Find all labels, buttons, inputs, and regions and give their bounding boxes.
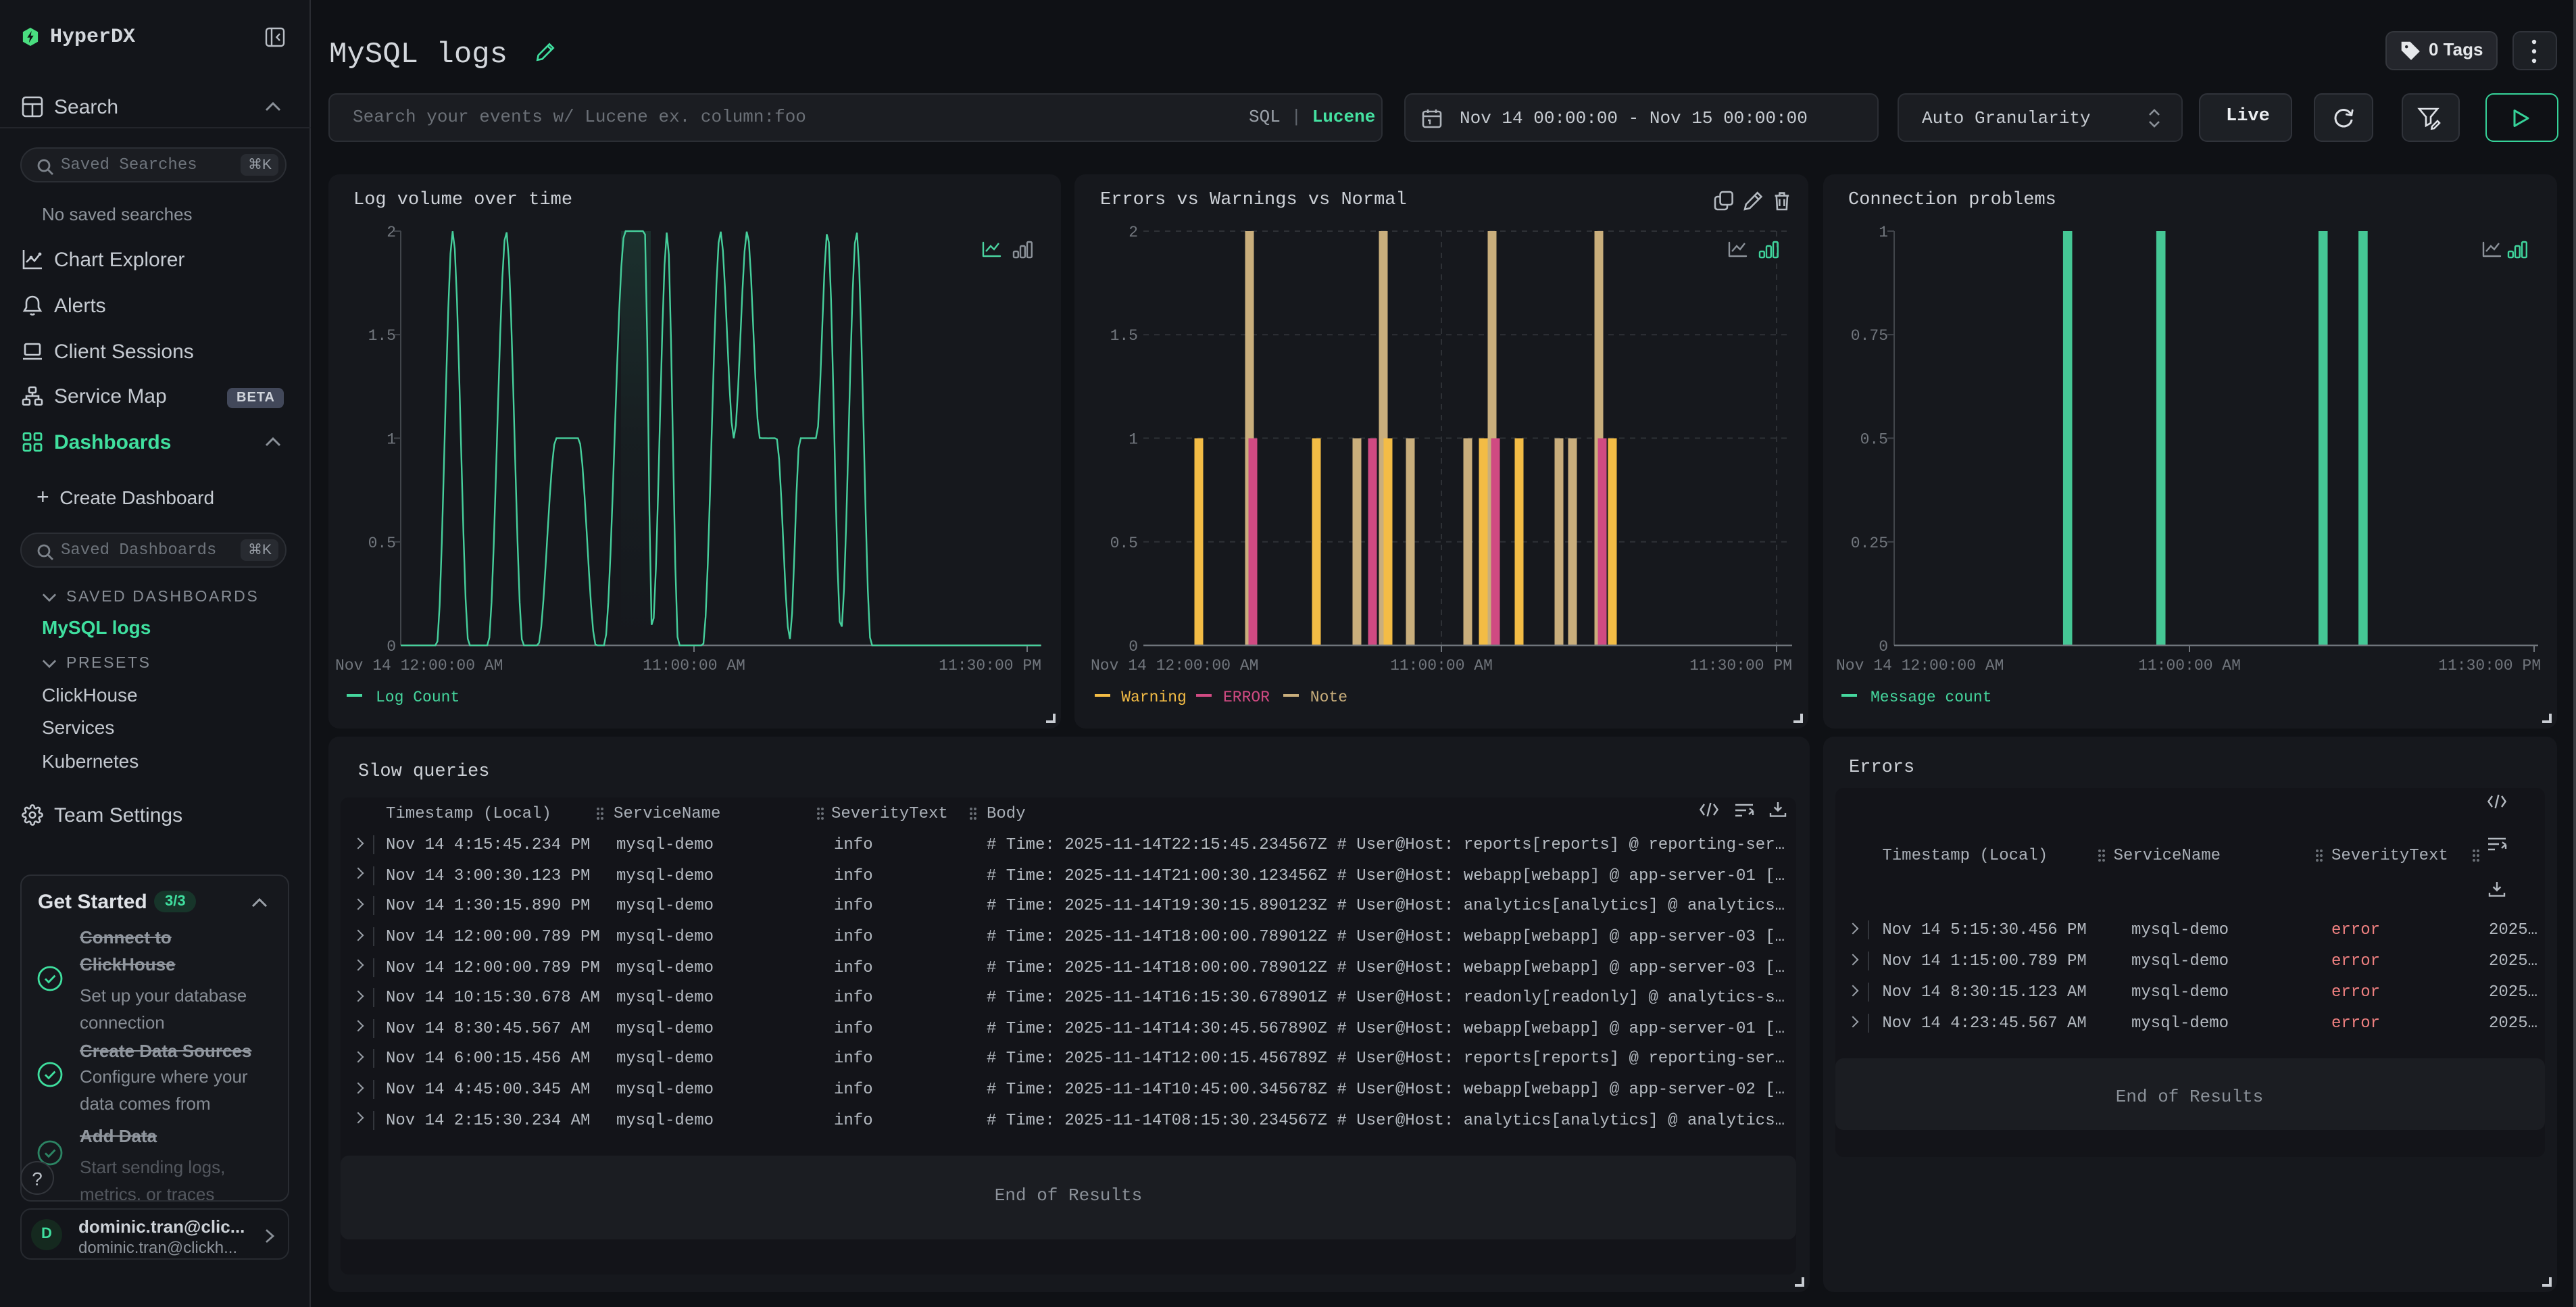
svg-text:Warning: Warning bbox=[1121, 689, 1187, 706]
svg-text:11:30:00 PM: 11:30:00 PM bbox=[1689, 657, 1792, 674]
svg-text:1.5: 1.5 bbox=[368, 327, 395, 345]
svg-text:0: 0 bbox=[1129, 638, 1138, 656]
svg-text:0: 0 bbox=[386, 638, 395, 656]
svg-text:11:00:00 AM: 11:00:00 AM bbox=[642, 657, 745, 674]
svg-text:Note: Note bbox=[1310, 689, 1347, 706]
svg-text:Log Count: Log Count bbox=[375, 689, 459, 706]
svg-text:1: 1 bbox=[386, 430, 395, 448]
svg-text:0.5: 0.5 bbox=[1860, 430, 1887, 448]
svg-text:2: 2 bbox=[386, 224, 395, 241]
svg-text:0.25: 0.25 bbox=[1850, 535, 1887, 552]
svg-text:11:30:00 PM: 11:30:00 PM bbox=[938, 657, 1041, 674]
svg-text:Nov 14 12:00:00 AM: Nov 14 12:00:00 AM bbox=[1091, 657, 1258, 674]
svg-text:0.5: 0.5 bbox=[368, 535, 395, 552]
svg-text:ERROR: ERROR bbox=[1223, 689, 1270, 706]
svg-text:11:00:00 AM: 11:00:00 AM bbox=[2137, 657, 2240, 674]
svg-text:0.5: 0.5 bbox=[1110, 535, 1138, 552]
svg-text:11:30:00 PM: 11:30:00 PM bbox=[2437, 657, 2540, 674]
svg-text:Nov 14 12:00:00 AM: Nov 14 12:00:00 AM bbox=[335, 657, 502, 674]
svg-text:0.75: 0.75 bbox=[1850, 327, 1887, 345]
svg-text:Message count: Message count bbox=[1870, 689, 1991, 706]
svg-text:0: 0 bbox=[1878, 638, 1887, 656]
svg-text:1.5: 1.5 bbox=[1110, 327, 1138, 345]
svg-text:2: 2 bbox=[1129, 224, 1138, 241]
svg-text:11:00:00 AM: 11:00:00 AM bbox=[1390, 657, 1493, 674]
svg-text:1: 1 bbox=[1129, 430, 1138, 448]
svg-text:Nov 14 12:00:00 AM: Nov 14 12:00:00 AM bbox=[1835, 657, 2003, 674]
svg-text:1: 1 bbox=[1878, 224, 1887, 241]
